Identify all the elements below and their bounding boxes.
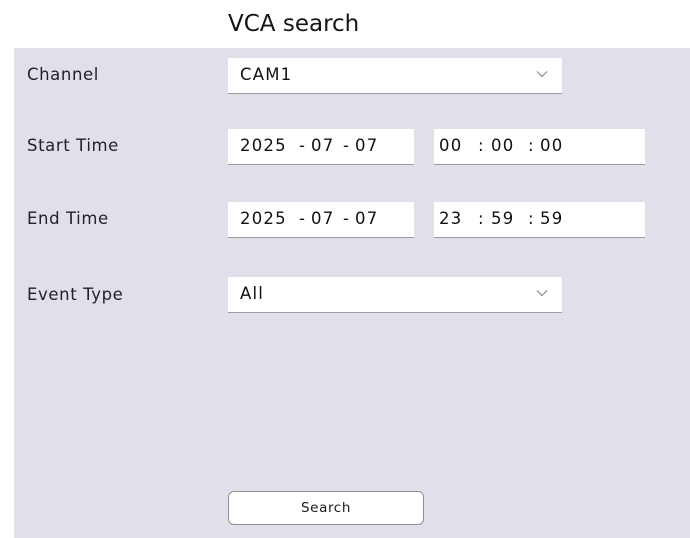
channel-select[interactable]: CAM1: [228, 58, 562, 94]
chevron-down-icon: [536, 71, 548, 78]
channel-label: Channel: [27, 65, 99, 84]
event-type-value: All: [240, 284, 265, 303]
date-separator: -: [299, 136, 307, 155]
chevron-down-icon: [536, 290, 548, 297]
end-month[interactable]: 07: [311, 202, 334, 236]
end-clock-input[interactable]: 23 : 59 : 59: [434, 202, 645, 238]
time-separator: :: [478, 136, 485, 155]
end-second[interactable]: 59: [540, 202, 563, 236]
event-type-label: Event Type: [27, 285, 124, 304]
time-separator: :: [528, 136, 535, 155]
start-month[interactable]: 07: [311, 129, 334, 163]
start-year[interactable]: 2025: [240, 129, 287, 163]
end-day[interactable]: 07: [355, 202, 378, 236]
start-time-label: Start Time: [27, 136, 119, 155]
channel-value: CAM1: [240, 65, 293, 84]
start-day[interactable]: 07: [355, 129, 378, 163]
start-hour[interactable]: 00: [439, 129, 462, 163]
start-date-input[interactable]: 2025 - 07 - 07: [228, 129, 414, 165]
date-separator: -: [343, 136, 351, 155]
page-title: VCA search: [228, 11, 360, 37]
start-clock-input[interactable]: 00 : 00 : 00: [434, 129, 645, 165]
end-year[interactable]: 2025: [240, 202, 287, 236]
date-separator: -: [343, 209, 351, 228]
time-separator: :: [478, 209, 485, 228]
search-form-panel: Channel CAM1 Start Time 2025 - 07 - 07 0…: [14, 48, 690, 538]
event-type-select[interactable]: All: [228, 277, 562, 313]
start-second[interactable]: 00: [540, 129, 563, 163]
time-separator: :: [528, 209, 535, 228]
end-time-label: End Time: [27, 209, 109, 228]
search-button[interactable]: Search: [228, 491, 424, 525]
start-minute[interactable]: 00: [491, 129, 514, 163]
end-date-input[interactable]: 2025 - 07 - 07: [228, 202, 414, 238]
end-minute[interactable]: 59: [491, 202, 514, 236]
date-separator: -: [299, 209, 307, 228]
end-hour[interactable]: 23: [439, 202, 462, 236]
